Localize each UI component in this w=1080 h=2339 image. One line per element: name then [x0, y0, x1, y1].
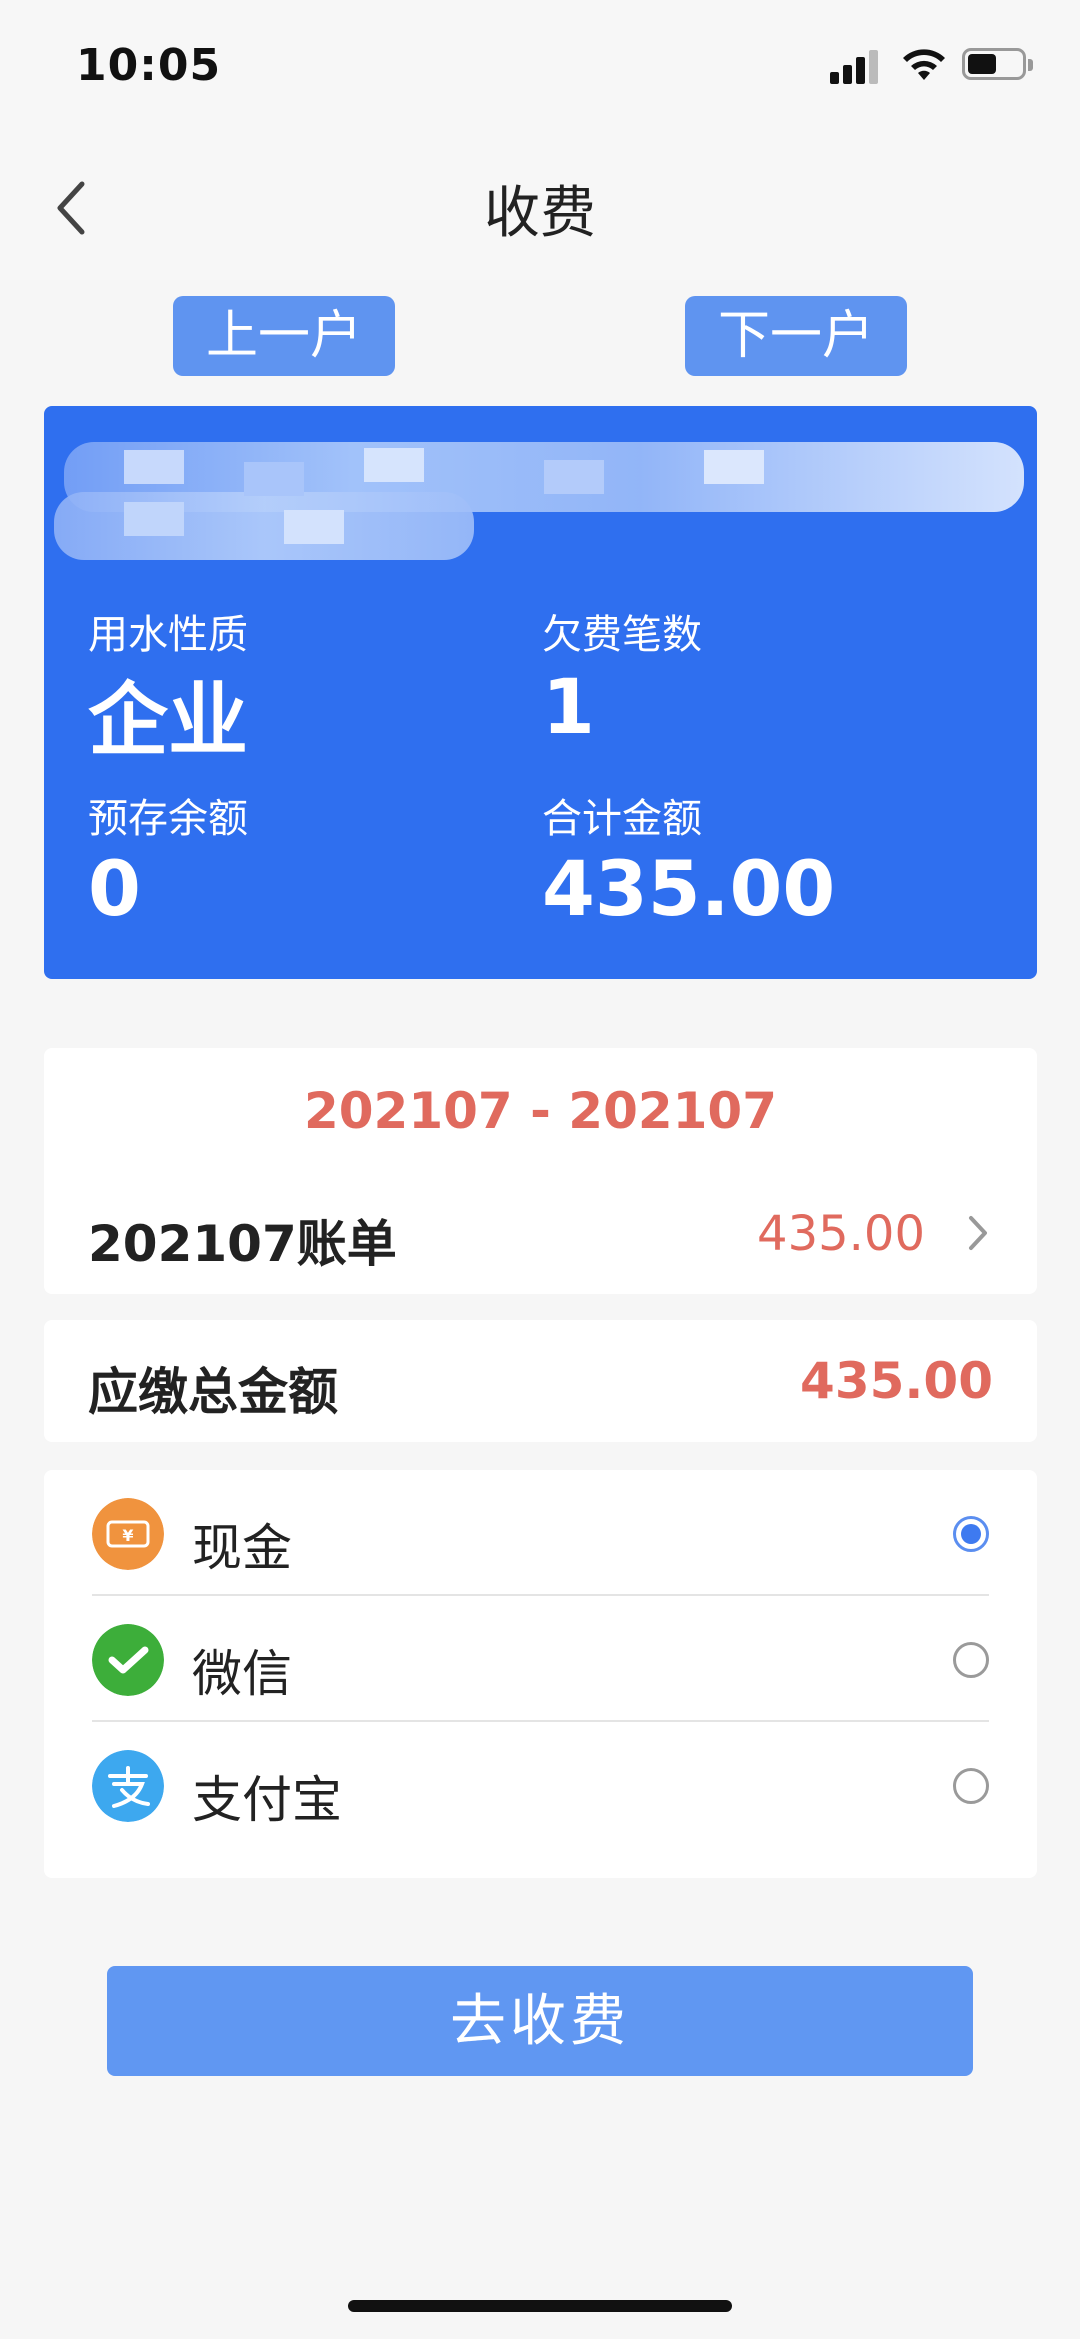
deposit-balance-label: 预存余额	[88, 796, 248, 842]
bill-period: 202107 - 202107	[303, 1082, 778, 1140]
prev-account-button[interactable]: 上一户	[173, 296, 395, 376]
payment-option-wechat[interactable]: 微信	[44, 1596, 1037, 1722]
bill-period-header: 202107 - 202107	[44, 1048, 1037, 1174]
home-indicator	[348, 2300, 732, 2312]
arrears-count-label: 欠费笔数	[542, 612, 702, 658]
total-amount-value: 435.00	[542, 844, 836, 933]
wifi-icon	[903, 49, 945, 80]
nav-bar: 收费	[0, 128, 1080, 280]
cash-icon: ¥	[92, 1498, 164, 1570]
payment-option-label: 现金	[192, 1519, 292, 1577]
deposit-balance-value: 0	[88, 844, 141, 933]
account-info-card: 用水性质 企业 欠费笔数 1 预存余额 0 合计金额 435.00	[44, 406, 1037, 979]
payment-method-list: ¥ 现金 微信 支付宝	[44, 1470, 1037, 1878]
bill-row[interactable]: 202107账单 435.00	[44, 1172, 1037, 1294]
amount-due-value: 435.00	[800, 1352, 993, 1410]
bill-row-label: 202107账单	[88, 1215, 397, 1273]
payment-option-label: 微信	[192, 1645, 292, 1703]
status-bar: 10:05	[0, 0, 1080, 128]
amount-due-row: 应缴总金额 435.00	[44, 1320, 1037, 1442]
radio-unchecked[interactable]	[953, 1642, 989, 1678]
wechat-icon	[92, 1624, 164, 1696]
status-icons	[830, 44, 1040, 84]
radio-unchecked[interactable]	[953, 1768, 989, 1804]
svg-text:¥: ¥	[122, 1526, 133, 1545]
water-nature-label: 用水性质	[88, 612, 248, 658]
water-nature-value: 企业	[88, 674, 248, 767]
charge-button[interactable]: 去收费	[107, 1966, 973, 2076]
signal-icon	[830, 48, 882, 84]
redacted-account-name	[54, 442, 1024, 560]
status-time: 10:05	[76, 40, 222, 91]
arrears-count-value: 1	[542, 662, 595, 751]
alipay-icon	[92, 1750, 164, 1822]
amount-due-label: 应缴总金额	[88, 1363, 338, 1421]
payment-option-cash[interactable]: ¥ 现金	[44, 1470, 1037, 1596]
chevron-right-icon	[969, 1216, 987, 1250]
battery-icon	[962, 48, 1033, 80]
bill-row-amount: 435.00	[757, 1206, 925, 1262]
radio-checked[interactable]	[953, 1516, 989, 1552]
total-amount-label: 合计金额	[542, 796, 702, 842]
next-account-button[interactable]: 下一户	[685, 296, 907, 376]
payment-option-label: 支付宝	[192, 1771, 342, 1829]
page-title: 收费	[484, 181, 596, 246]
payment-option-alipay[interactable]: 支付宝	[44, 1722, 1037, 1848]
